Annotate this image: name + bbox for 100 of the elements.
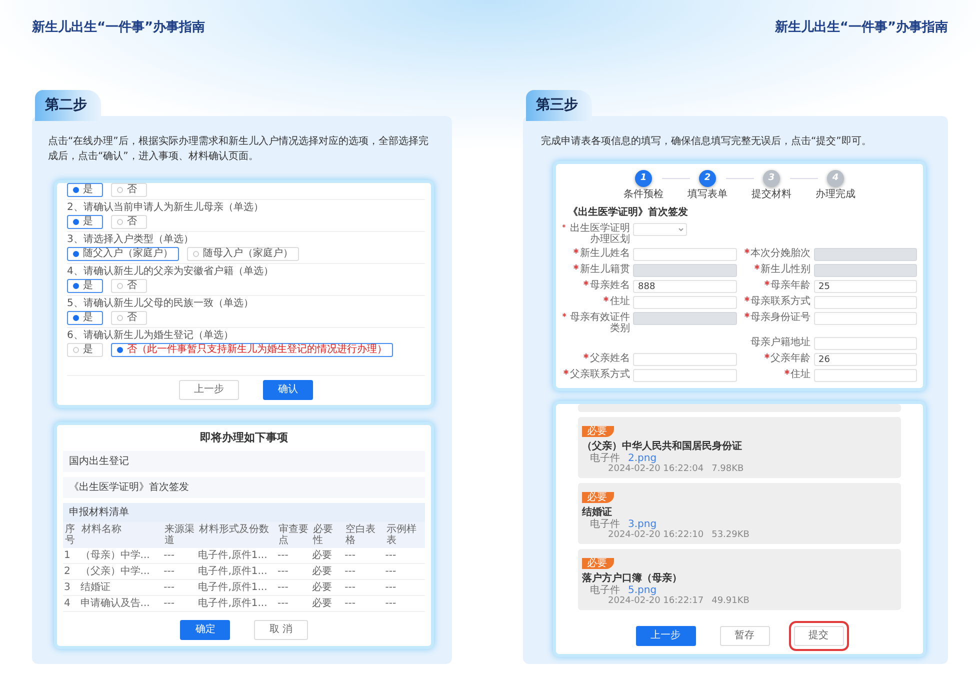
upload-time: 2024-02-20 16:22:04 [608,464,704,474]
table-cell: --- [162,579,198,595]
radio-option[interactable]: 随父入户（家庭户） [67,247,179,261]
table-cell: 3 [63,579,80,595]
field-label: 父亲年龄 [770,353,810,364]
file-size: 7.98KB [712,464,744,474]
field-label: 母亲身份证号 [750,312,810,323]
input-field[interactable] [633,353,736,366]
table-cell: 2 [63,563,80,579]
radio-icon [117,315,123,321]
table-cell: --- [162,563,198,579]
field-label: 母亲有效证件类别 [569,312,630,334]
radio-option[interactable]: 否 [111,215,147,229]
file-type: 电子件 [590,585,620,596]
radio-option[interactable]: 是 [67,183,103,197]
input-field[interactable]: 888 [633,280,736,293]
table-cell: 结婚证 [79,579,163,595]
radio-icon [73,315,79,321]
table-cell: --- [384,595,425,611]
table-cell: --- [344,548,384,563]
radio-option[interactable]: 否 [111,311,147,325]
file-size: 49.91KB [712,596,750,606]
field-label: 新生儿籍贯 [580,264,630,275]
cancel-button[interactable]: 取 消 [254,620,308,640]
field-label: 住址 [610,296,630,307]
step-label: 条件预检 [624,189,664,201]
step-description: 完成申请表各项信息的填写，确保信息填写完整无误后，点击“提交”即可。 [541,134,872,149]
confirm-button[interactable]: 确定 [180,620,230,640]
caret-icon [678,227,684,232]
table-cell: --- [276,563,312,579]
field-label: 新生儿姓名 [580,248,630,259]
question-text: 6、请确认新生儿为婚生登记（单选） [67,330,234,342]
radio-icon [73,283,79,289]
field-label: 住址 [790,369,810,380]
table-cell: --- [162,595,198,611]
radio-icon [73,251,79,257]
field-label: 母亲联系方式 [750,296,810,307]
confirm-button[interactable]: 确认 [263,380,313,400]
table-cell: --- [276,548,312,563]
save-button[interactable]: 暂存 [720,626,770,646]
required-badge: 必要 [582,492,614,503]
step-label: 填写表单 [688,189,728,201]
radio-icon [73,187,79,193]
table-cell: （母亲）中学... [79,548,163,563]
input-field[interactable]: 25 [814,280,917,293]
radio-option[interactable]: 否 [111,183,147,197]
radio-icon [193,251,199,257]
column-header: 来源渠道 [162,522,198,548]
table-cell: --- [344,595,384,611]
form-title: 《出生医学证明》首次签发 [568,206,689,220]
table-cell: （父亲）中学... [79,563,163,579]
back-button[interactable]: 上一步 [179,380,239,400]
field-label: 母亲年龄 [770,280,810,291]
radio-option[interactable]: 是 [67,311,103,325]
table-cell: --- [384,579,425,595]
step-indicator: 4 [827,170,844,187]
field-label: 父亲联系方式 [570,369,630,380]
question-text: 5、请确认新生儿父母的民族一致（单选） [67,298,254,310]
input-field[interactable] [814,296,917,309]
step-indicator: 2 [699,170,716,187]
table-cell: 必要 [311,579,344,595]
table-cell: --- [276,579,312,595]
table-cell: 必要 [311,595,344,611]
upload-time: 2024-02-20 16:22:10 [608,530,704,540]
radio-icon [73,219,79,225]
table-cell: --- [384,563,425,579]
radio-option[interactable]: 是 [67,279,103,293]
material-title: 结婚证 [582,507,613,518]
question-text: 4、请确认新生儿的父亲为安徽省户籍（单选） [67,266,274,278]
list-title: 申报材料清单 [63,502,425,522]
step-description: 点击“在线办理”后，根据实际办理需求和新生儿入户情况选择对应的选项，全部选择完成后，点击“确认”，进入事项、材料确认页面。 [48,134,430,164]
field-label: 出生医学证明办理区划 [569,223,630,245]
table-cell: 必要 [311,548,344,563]
radio-option[interactable]: 随母入户（家庭户） [187,247,299,261]
material-title: （父亲）中华人民共和国居民身份证 [582,441,743,452]
dialog-title: 即将办理如下事项 [199,430,289,446]
table-cell: --- [384,548,425,563]
radio-option[interactable]: 是 [67,343,103,357]
column-header: 材料名称 [79,522,163,548]
radio-option[interactable]: 否 [111,279,147,293]
input-field[interactable] [633,296,736,309]
radio-icon [73,347,79,353]
back-button[interactable]: 上一步 [636,626,696,646]
field-label: 新生儿性别 [760,264,810,275]
region-select[interactable] [633,223,687,236]
input-field[interactable] [633,248,736,261]
file-type: 电子件 [590,453,620,464]
input-field[interactable] [633,369,736,382]
table-cell: 申请确认及告... [79,595,163,611]
input-field[interactable]: 26 [814,353,917,366]
radio-option[interactable]: 否（此一件事暂只支持新生儿为婚生登记的情况进行办理） [111,343,393,357]
radio-icon [117,347,123,353]
input-field[interactable] [814,312,917,325]
table-cell: 电子件,原件1... [197,548,277,563]
file-type: 电子件 [590,519,620,530]
input-field[interactable] [814,369,917,382]
radio-option[interactable]: 是 [67,215,103,229]
input-field[interactable] [814,337,917,350]
question-text: 2、请确认当前申请人为新生儿母亲（单选） [67,202,264,214]
column-header: 序号 [63,522,80,548]
